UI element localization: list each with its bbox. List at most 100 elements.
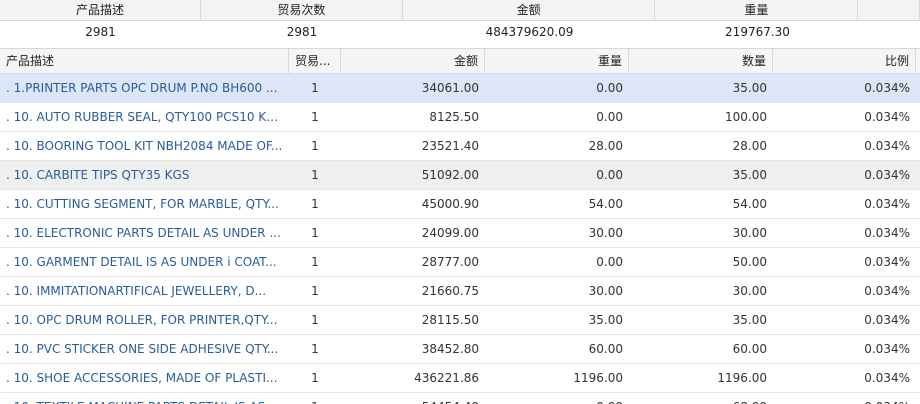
summary-header-weight: 重量: [655, 0, 859, 20]
cell-ratio: 0.034%: [773, 393, 916, 404]
table-row[interactable]: . 10. PVC STICKER ONE SIDE ADHESIVE QTY.…: [0, 335, 920, 364]
cell-quantity: 35.00: [732, 81, 767, 95]
column-header-spacer: [916, 49, 920, 73]
cell-quantity: 35.00: [732, 313, 767, 327]
table-row[interactable]: . 10. ELECTRONIC PARTS DETAIL AS UNDER .…: [0, 219, 920, 248]
cell-trade-count: 1: [311, 226, 319, 240]
cell-weight: 1196.00: [573, 371, 623, 385]
cell-quantity: 68.00: [629, 393, 773, 404]
cell-amount: 436221.86: [414, 371, 479, 385]
cell-amount: 21660.75: [421, 284, 479, 298]
cell-description[interactable]: . 1.PRINTER PARTS OPC DRUM P.NO BH600 ..…: [0, 74, 289, 102]
cell-quantity: 50.00: [732, 255, 767, 269]
table-row[interactable]: . 10. AUTO RUBBER SEAL, QTY100 PCS10 KG.…: [0, 103, 920, 132]
table-row[interactable]: . 1.PRINTER PARTS OPC DRUM P.NO BH600 ..…: [0, 74, 920, 103]
cell-trade-count: 1: [311, 81, 319, 95]
column-header-trade-count[interactable]: 贸易...: [289, 49, 341, 73]
cell-quantity: 60.00: [732, 342, 767, 356]
cell-ratio: 0.034%: [864, 371, 910, 385]
cell-amount: 38452.80: [421, 342, 479, 356]
table-row[interactable]: . 10. IMMITATIONARTIFICAL JEWELLERY, D..…: [0, 277, 920, 306]
table-row[interactable]: . 10. CARBITE TIPS QTY35 KGS 1 51092.00 0.0…: [0, 161, 920, 190]
cell-description[interactable]: . 10. CUTTING SEGMENT, FOR MARBLE, QTY..…: [0, 190, 289, 218]
cell-description[interactable]: . 10. PVC STICKER ONE SIDE ADHESIVE QTY.…: [0, 335, 289, 363]
cell-quantity: 35.00: [732, 168, 767, 182]
cell-weight: 54.00: [588, 197, 623, 211]
table-row[interactable]: . 10. SHOE ACCESSORIES, MADE OF PLASTI..…: [0, 364, 920, 393]
cell-amount: 28115.50: [421, 313, 479, 327]
table-row[interactable]: . 10. CUTTING SEGMENT, FOR MARBLE, QTY..…: [0, 190, 920, 219]
cell-amount: 45000.90: [421, 197, 479, 211]
cell-weight: 0.00: [596, 81, 623, 95]
cell-ratio: 0.034%: [864, 226, 910, 240]
cell-weight: 28.00: [588, 139, 623, 153]
table-row[interactable]: . 10. OPC DRUM ROLLER, FOR PRINTER,QTY..…: [0, 306, 920, 335]
cell-ratio: 0.034%: [864, 197, 910, 211]
cell-ratio: 0.034%: [864, 255, 910, 269]
cell-description[interactable]: . 10. IMMITATIONARTIFICAL JEWELLERY, D..…: [0, 277, 289, 305]
cell-trade-count: 1: [311, 110, 319, 124]
cell-description[interactable]: . 10. SHOE ACCESSORIES, MADE OF PLASTI..…: [0, 364, 289, 392]
cell-quantity: 30.00: [732, 226, 767, 240]
cell-amount: 51092.00: [421, 168, 479, 182]
cell-quantity: 30.00: [732, 284, 767, 298]
cell-amount: 54454.40: [341, 393, 485, 404]
summary-table: 产品描述 贸易次数 金额 重量 2981 2981 484379620.09 2…: [0, 0, 920, 44]
cell-amount: 24099.00: [421, 226, 479, 240]
cell-ratio: 0.034%: [864, 342, 910, 356]
cell-weight: 30.00: [588, 284, 623, 298]
cell-description[interactable]: . 10. OPC DRUM ROLLER, FOR PRINTER,QTY..…: [0, 306, 289, 334]
column-header-quantity[interactable]: 数量: [629, 49, 773, 73]
cell-amount: 28777.00: [421, 255, 479, 269]
cell-amount: 34061.00: [421, 81, 479, 95]
cell-description[interactable]: . 10. BOORING TOOL KIT NBH2084 MADE OF..…: [0, 132, 289, 160]
grid-header-row: 产品描述 贸易... 金额 重量 数量 比例: [0, 48, 920, 74]
summary-header-amount: 金额: [403, 0, 656, 20]
cell-weight: 30.00: [588, 226, 623, 240]
cell-ratio: 0.034%: [864, 313, 910, 327]
cell-trade-count: 1: [311, 168, 319, 182]
cell-trade-count: 1: [311, 342, 319, 356]
cell-trade-count: 1: [311, 139, 319, 153]
summary-value-trade-count: 2981: [286, 25, 318, 39]
column-header-amount[interactable]: 金额: [341, 49, 485, 73]
cell-ratio: 0.034%: [864, 81, 910, 95]
cell-trade-count: 1: [311, 255, 319, 269]
cell-weight: 60.00: [588, 342, 623, 356]
cell-trade-count: 1: [311, 197, 319, 211]
table-row[interactable]: . 10. BOORING TOOL KIT NBH2084 MADE OF..…: [0, 132, 920, 161]
cell-quantity: 1196.00: [717, 371, 767, 385]
cell-quantity: 100.00: [725, 110, 767, 124]
cell-description[interactable]: . 10. TEXTILE MACHINE PARTS DETAIL IS AS…: [0, 393, 289, 404]
summary-header-extra: [858, 0, 920, 20]
cell-description[interactable]: . 10. CARBITE TIPS QTY35 KGS: [0, 161, 289, 189]
cell-weight: 0.00: [485, 393, 629, 404]
cell-trade-count: 1: [311, 284, 319, 298]
cell-weight: 35.00: [588, 313, 623, 327]
cell-amount: 8125.50: [429, 110, 479, 124]
cell-description[interactable]: . 10. AUTO RUBBER SEAL, QTY100 PCS10 KG.…: [0, 103, 289, 131]
summary-value-weight: 219767.30: [725, 25, 790, 39]
cell-weight: 0.00: [596, 110, 623, 124]
column-header-weight[interactable]: 重量: [485, 49, 629, 73]
cell-description[interactable]: . 10. GARMENT DETAIL IS AS UNDER i COAT.…: [0, 248, 289, 276]
summary-value-extra: [859, 21, 920, 42]
cell-weight: 0.00: [596, 168, 623, 182]
cell-trade-count: 1: [311, 371, 319, 385]
table-row[interactable]: . 10. GARMENT DETAIL IS AS UNDER i COAT.…: [0, 248, 920, 277]
cell-trade-count: 1: [289, 393, 341, 404]
column-header-description[interactable]: 产品描述: [0, 49, 289, 73]
cell-trade-count: 1: [311, 313, 319, 327]
column-header-ratio[interactable]: 比例: [773, 49, 916, 73]
summary-header-description: 产品描述: [0, 0, 201, 20]
table-row[interactable]: . 10. TEXTILE MACHINE PARTS DETAIL IS AS…: [0, 393, 920, 404]
cell-weight: 0.00: [596, 255, 623, 269]
cell-ratio: 0.034%: [864, 110, 910, 124]
cell-amount: 23521.40: [421, 139, 479, 153]
cell-ratio: 0.034%: [864, 168, 910, 182]
cell-ratio: 0.034%: [864, 284, 910, 298]
cell-description[interactable]: . 10. ELECTRONIC PARTS DETAIL AS UNDER .…: [0, 219, 289, 247]
summary-header-row: 产品描述 贸易次数 金额 重量: [0, 0, 920, 21]
cell-quantity: 28.00: [732, 139, 767, 153]
product-grid: 产品描述 贸易... 金额 重量 数量 比例 . 1.PRINTER PARTS…: [0, 48, 920, 404]
